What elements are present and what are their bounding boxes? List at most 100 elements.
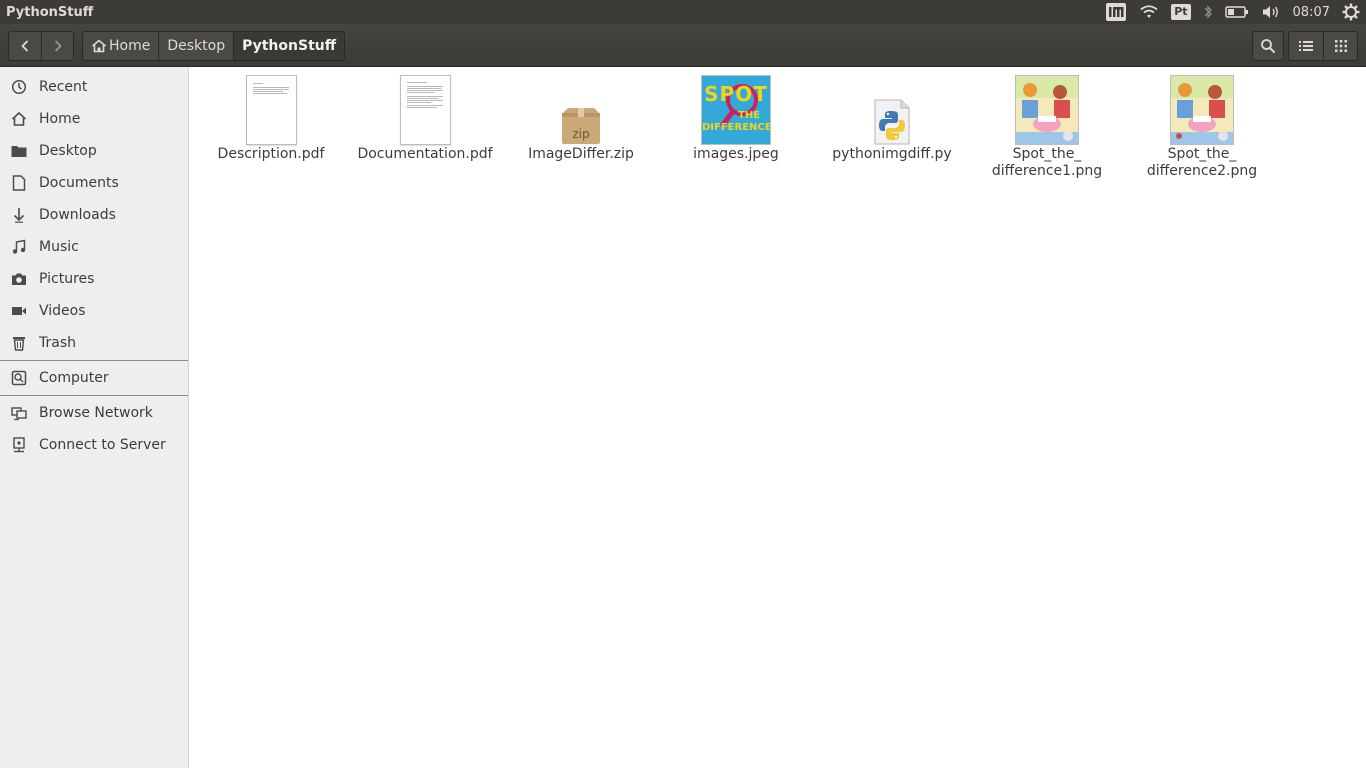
thumb-text-the: THE	[738, 110, 761, 121]
folder-icon	[10, 142, 28, 160]
clock-icon	[10, 78, 28, 96]
sidebar-item-label: Home	[39, 111, 81, 127]
battery-indicator[interactable]	[1219, 0, 1255, 24]
sidebar-item-label: Videos	[39, 303, 86, 319]
sidebar-item-label: Pictures	[39, 271, 95, 287]
file-thumbnail	[817, 75, 967, 145]
file-thumbnail: SPOT THE DIFFERENCE	[661, 75, 811, 145]
python-file-icon	[873, 99, 911, 145]
sidebar-divider	[0, 360, 188, 361]
server-icon	[10, 436, 28, 454]
battery-icon	[1224, 6, 1248, 18]
image-thumbnail-spot-the-difference: SPOT THE DIFFERENCE	[701, 75, 771, 145]
list-view-button[interactable]	[1289, 32, 1323, 60]
sidebar-item-music[interactable]: Music	[0, 231, 188, 263]
sound-indicator[interactable]	[1255, 0, 1287, 24]
sidebar-item-pictures[interactable]: Pictures	[0, 263, 188, 295]
sidebar-item-label: Documents	[39, 175, 119, 191]
file-item[interactable]: SPOT THE DIFFERENCE images.jpeg	[661, 75, 811, 163]
sidebar-item-connect-to-server[interactable]: Connect to Server	[0, 429, 188, 461]
music-icon	[10, 238, 28, 256]
file-name: Spot_the_ difference1.png	[991, 146, 1103, 179]
window-title: PythonStuff	[6, 4, 94, 20]
keyboard-indicator[interactable]: Pt	[1165, 0, 1196, 24]
breadcrumb-current-label: PythonStuff	[242, 38, 337, 54]
bluetooth-icon	[1204, 5, 1212, 19]
wifi-indicator[interactable]	[1133, 0, 1165, 24]
speaker-icon	[1262, 6, 1278, 18]
breadcrumb-home[interactable]: Home	[83, 32, 158, 60]
sidebar-item-label: Browse Network	[39, 405, 153, 421]
file-name: pythonimgdiff.py	[832, 146, 952, 162]
search-icon	[1261, 39, 1276, 54]
chevron-right-icon	[54, 40, 62, 52]
breadcrumb: Home Desktop PythonStuff	[82, 31, 346, 61]
home-icon	[10, 110, 28, 128]
keyboard-layout-label: Pt	[1171, 4, 1191, 20]
file-thumbnail	[1127, 75, 1277, 145]
view-buttons	[1288, 31, 1358, 61]
pdf-document-icon	[245, 75, 297, 145]
file-name: images.jpeg	[693, 146, 779, 162]
archive-box-icon: zip	[560, 107, 602, 145]
chevron-left-icon	[21, 40, 29, 52]
sidebar-item-recent[interactable]: Recent	[0, 71, 188, 103]
list-icon	[1299, 41, 1313, 51]
navigation-buttons	[8, 31, 74, 61]
sidebar-item-label: Recent	[39, 79, 88, 95]
nautilus-toolbar: Home Desktop PythonStuff	[0, 24, 1366, 67]
breadcrumb-current[interactable]: PythonStuff	[233, 32, 345, 60]
grid-view-button[interactable]	[1323, 32, 1357, 60]
file-item[interactable]: pythonimgdiff.py	[817, 75, 967, 163]
pdf-document-icon	[399, 75, 451, 145]
sidebar-item-label: Computer	[39, 370, 109, 386]
indicator-area: Pt 08:07	[1099, 0, 1366, 24]
sidebar-item-downloads[interactable]: Downloads	[0, 199, 188, 231]
back-button[interactable]	[9, 32, 41, 60]
file-thumbnail	[350, 75, 500, 145]
home-icon	[91, 39, 107, 53]
image-thumbnail-cartoon	[1170, 75, 1234, 145]
sidebar-item-trash[interactable]: Trash	[0, 327, 188, 359]
forward-button[interactable]	[41, 32, 73, 60]
computer-icon	[10, 369, 28, 387]
file-item[interactable]: zip ImageDiffer.zip	[506, 75, 656, 163]
file-item[interactable]: Documentation.pdf	[350, 75, 500, 163]
im-icon	[1106, 3, 1127, 21]
network-icon	[10, 404, 28, 422]
sidebar-item-home[interactable]: Home	[0, 103, 188, 135]
sidebar-item-computer[interactable]: Computer	[0, 362, 188, 394]
sidebar-item-label: Trash	[39, 335, 76, 351]
download-icon	[10, 206, 28, 224]
session-indicator[interactable]	[1336, 0, 1366, 24]
sidebar-item-videos[interactable]: Videos	[0, 295, 188, 327]
breadcrumb-desktop-label: Desktop	[167, 38, 226, 54]
clock-indicator[interactable]: 08:07	[1287, 0, 1336, 24]
file-item[interactable]: Spot_the_ difference2.png	[1127, 75, 1277, 180]
breadcrumb-home-label: Home	[109, 38, 151, 54]
image-thumbnail-cartoon	[1015, 75, 1079, 145]
document-icon	[10, 174, 28, 192]
camera-icon	[10, 270, 28, 288]
sidebar-item-label: Music	[39, 239, 79, 255]
sidebar-item-documents[interactable]: Documents	[0, 167, 188, 199]
gear-icon	[1342, 3, 1360, 21]
top-panel: PythonStuff Pt 08:07	[0, 0, 1366, 24]
file-thumbnail: zip	[506, 75, 656, 145]
sidebar-item-label: Downloads	[39, 207, 116, 223]
sidebar-item-desktop[interactable]: Desktop	[0, 135, 188, 167]
grid-icon	[1334, 40, 1347, 52]
breadcrumb-desktop[interactable]: Desktop	[158, 32, 233, 60]
messaging-indicator[interactable]	[1099, 0, 1133, 24]
file-name: Documentation.pdf	[357, 146, 493, 162]
search-button[interactable]	[1252, 31, 1284, 61]
trash-icon	[10, 334, 28, 352]
file-icon-view: Description.pdf Documentation.pdf zip Im…	[190, 67, 1366, 768]
sidebar-item-label: Connect to Server	[39, 437, 166, 453]
sidebar-item-browse-network[interactable]: Browse Network	[0, 397, 188, 429]
wifi-icon	[1140, 5, 1158, 18]
file-item[interactable]: Spot_the_ difference1.png	[972, 75, 1122, 180]
bluetooth-indicator[interactable]	[1197, 0, 1219, 24]
file-name: Description.pdf	[217, 146, 325, 162]
file-item[interactable]: Description.pdf	[196, 75, 346, 163]
